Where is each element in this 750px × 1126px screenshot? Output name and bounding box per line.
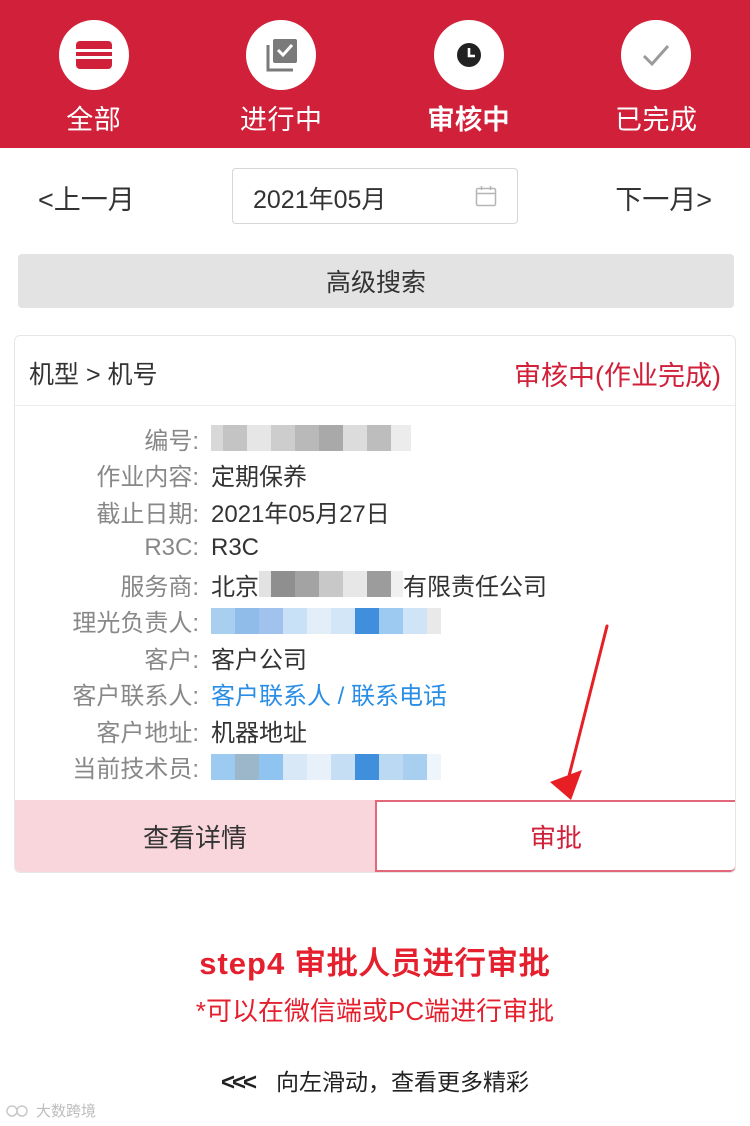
view-details-button[interactable]: 查看详情 <box>15 800 375 872</box>
field-value: 2021年05月27日 <box>211 500 390 528</box>
field-row: 截止日期: 2021年05月27日 <box>15 493 735 530</box>
field-label: 服务商: <box>120 573 199 601</box>
advanced-search-button[interactable]: 高级搜索 <box>18 254 734 308</box>
status-tab-bar: 全部 进行中 审核中 已完成 <box>0 0 750 148</box>
card-header: 机型 > 机号 审核中(作业完成) <box>15 336 735 406</box>
field-value-redacted <box>211 421 411 455</box>
approve-button[interactable]: 审批 <box>375 800 735 872</box>
card-icon <box>58 20 129 90</box>
redacted-mosaic <box>211 425 411 452</box>
card-actions: 查看详情 审批 <box>15 800 735 872</box>
field-label: 当前技术员: <box>72 756 199 784</box>
next-month-button[interactable]: 下一月> <box>615 178 712 217</box>
step-subtitle: *可以在微信端或PC端进行审批 <box>195 996 555 1026</box>
field-row: 客户联系人: 客户联系人 / 联系电话 <box>15 676 735 713</box>
redacted-mosaic <box>211 753 441 780</box>
swipe-hint: <<< 向左滑动，查看更多精彩 <box>0 1063 750 1097</box>
tab-label: 已完成 <box>615 105 698 135</box>
field-row: R3C: R3C <box>15 530 735 567</box>
field-row: 服务商: 北京 有限责任公司 <box>15 566 735 603</box>
field-label: R3C: <box>144 533 199 561</box>
field-value-redacted <box>211 750 441 784</box>
checklist-icon <box>246 20 317 90</box>
field-value: 客户公司 <box>211 646 307 674</box>
month-navigation: <上一月 2021年05月 下一月> <box>0 168 750 224</box>
customer-contact-link[interactable]: 客户联系人 / 联系电话 <box>211 677 447 711</box>
check-icon <box>621 20 692 90</box>
field-label: 编号: <box>144 427 199 455</box>
field-value: 定期保养 <box>211 464 307 492</box>
work-order-card: 机型 > 机号 审核中(作业完成) 编号: 作业内容: 定期保养 截止日期: 2… <box>14 335 736 873</box>
field-label: 理光负责人: <box>72 610 199 638</box>
tab-in-progress[interactable]: 进行中 <box>188 0 376 148</box>
swipe-hint-text: 向左滑动，查看更多精彩 <box>276 1069 530 1095</box>
chevrons-left-icon: <<< <box>220 1069 257 1096</box>
step-title: step4 审批人员进行审批 <box>199 946 551 981</box>
month-picker[interactable]: 2021年05月 <box>232 168 518 224</box>
tab-completed[interactable]: 已完成 <box>563 0 750 148</box>
field-row: 客户地址: 机器地址 <box>15 712 735 749</box>
prev-month-button[interactable]: <上一月 <box>38 178 135 217</box>
field-value: R3C <box>211 533 260 561</box>
clock-icon <box>433 20 504 90</box>
field-row: 作业内容: 定期保养 <box>15 457 735 494</box>
field-value: 机器地址 <box>211 719 307 747</box>
current-month: 2021年05月 <box>253 186 387 214</box>
redacted-mosaic <box>259 571 403 598</box>
status-badge: 审核中(作业完成) <box>514 361 721 391</box>
field-label: 客户地址: <box>96 719 199 747</box>
tab-reviewing[interactable]: 审核中 <box>375 0 563 148</box>
field-row: 客户: 客户公司 <box>15 639 735 676</box>
watermark-logo: 大数跨境 <box>6 1100 96 1121</box>
watermark-icon <box>6 1104 28 1117</box>
tab-label: 全部 <box>66 105 122 135</box>
field-row: 编号: <box>15 420 735 457</box>
tab-label: 进行中 <box>240 105 323 135</box>
calendar-icon <box>475 185 497 212</box>
field-label: 作业内容: <box>96 464 199 492</box>
field-value-prefix: 北京 <box>211 573 259 601</box>
tab-label: 审核中 <box>427 105 510 135</box>
field-value-redacted <box>211 604 441 638</box>
tab-all[interactable]: 全部 <box>0 0 188 148</box>
field-row: 当前技术员: <box>15 749 735 786</box>
watermark-text: 大数跨境 <box>36 1103 97 1120</box>
field-label: 客户: <box>144 646 199 674</box>
card-title: 机型 > 机号 <box>29 361 158 389</box>
field-row: 理光负责人: <box>15 603 735 640</box>
card-fields: 编号: 作业内容: 定期保养 截止日期: 2021年05月27日 R3C: R3… <box>15 420 735 785</box>
redacted-mosaic <box>211 607 441 634</box>
field-value-partially-redacted: 北京 有限责任公司 <box>211 567 547 601</box>
field-value-suffix: 有限责任公司 <box>403 573 547 601</box>
field-label: 客户联系人: <box>72 683 199 711</box>
field-label: 截止日期: <box>96 500 199 528</box>
